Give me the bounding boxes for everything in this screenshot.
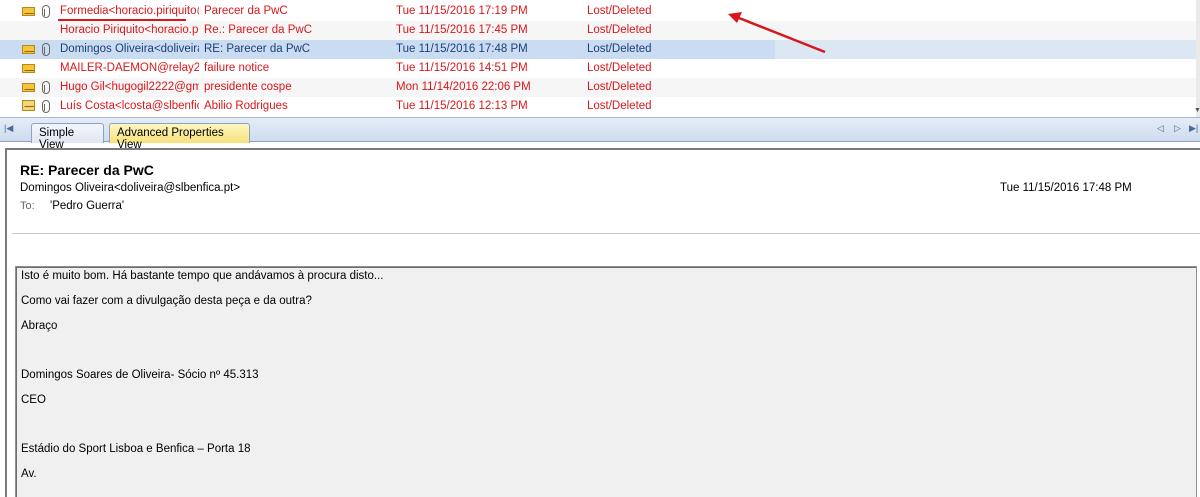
message-row[interactable]: Formedia<horacio.piriquito@... Parecer d… (0, 2, 1196, 21)
message-row[interactable]: Hugo Gil<hugogil2222@gm... presidente co… (0, 78, 1196, 97)
message-date: Tue 11/15/2016 17:48 PM (396, 43, 528, 55)
preview-recipient: 'Pedro Guerra' (50, 200, 125, 212)
body-line: Como vai fazer com a divulgação desta pe… (21, 295, 312, 307)
message-date: Mon 11/14/2016 22:06 PM (396, 81, 531, 93)
message-date: Tue 11/15/2016 14:51 PM (396, 62, 528, 74)
annotation-arrow (728, 12, 826, 54)
body-line: Domingos Soares de Oliveira- Sócio nº 45… (21, 369, 259, 381)
message-subject: RE: Parecer da PwC (204, 43, 311, 55)
message-preview-pane: RE: Parecer da PwC Domingos Oliveira<dol… (5, 148, 1200, 497)
paperclip-icon (42, 5, 50, 18)
message-date: Tue 11/15/2016 17:45 PM (396, 24, 528, 36)
last-page-icon[interactable]: ▶| (1189, 123, 1198, 134)
view-tab-bar: |◀ Simple View Advanced Properties View … (0, 117, 1200, 151)
message-status: Lost/Deleted (587, 100, 652, 112)
open-envelope-icon (22, 100, 35, 111)
message-from: Domingos Oliveira<doliveira... (60, 43, 199, 55)
envelope-icon (22, 83, 35, 92)
vertical-scrollbar[interactable] (1196, 0, 1200, 117)
previous-tab-icon[interactable]: ◁ (1157, 123, 1164, 134)
message-subject: failure notice (204, 62, 270, 74)
message-subject: presidente cospe (204, 81, 292, 93)
body-line: Abraço (21, 320, 58, 332)
message-date: Tue 11/15/2016 12:13 PM (396, 100, 528, 112)
body-line: Estádio do Sport Lisboa e Benfica – Port… (21, 443, 251, 455)
first-page-icon[interactable]: |◀ (4, 123, 13, 134)
message-from: Formedia<horacio.piriquito@... (60, 5, 199, 17)
message-row-selected[interactable]: Domingos Oliveira<doliveira... RE: Parec… (0, 40, 1196, 59)
next-tab-icon[interactable]: ▷ (1174, 123, 1181, 134)
preview-subject: RE: Parecer da PwC (20, 162, 154, 178)
message-status: Lost/Deleted (587, 81, 652, 93)
paperclip-icon (42, 43, 50, 56)
message-from: MAILER-DAEMON@relay2.... (60, 62, 199, 74)
envelope-icon (22, 64, 35, 73)
envelope-icon (22, 7, 35, 16)
message-row[interactable]: Luís Costa<lcosta@slbenfic... Abilio Rod… (0, 97, 1196, 116)
body-line: Av. (21, 468, 37, 480)
body-line: Isto é muito bom. Há bastante tempo que … (21, 270, 384, 282)
message-status: Lost/Deleted (587, 62, 652, 74)
header-divider (12, 233, 1200, 234)
scroll-down-icon[interactable]: ▼ (1194, 107, 1200, 114)
message-subject: Abilio Rodrigues (204, 100, 288, 112)
preview-date: Tue 11/15/2016 17:48 PM (1000, 182, 1132, 194)
message-from: Hugo Gil<hugogil2222@gm... (60, 81, 199, 93)
body-line: CEO (21, 394, 46, 406)
message-row[interactable]: MAILER-DAEMON@relay2.... failure notice … (0, 59, 1196, 78)
message-from: Horacio Piriquito<horacio.piri... (60, 24, 199, 36)
message-subject: Parecer da PwC (204, 5, 288, 17)
preview-sender: Domingos Oliveira<doliveira@slbenfica.pt… (20, 182, 241, 194)
preview-to-label: To: (20, 200, 35, 212)
message-date: Tue 11/15/2016 17:19 PM (396, 5, 528, 17)
envelope-icon (22, 45, 35, 54)
tab-simple-view[interactable]: Simple View (31, 123, 104, 151)
tab-advanced-properties-view[interactable]: Advanced Properties View (109, 123, 250, 151)
message-row[interactable]: Horacio Piriquito<horacio.piri... Re.: P… (0, 21, 1196, 40)
message-list[interactable]: Formedia<horacio.piriquito@... Parecer d… (0, 0, 1200, 117)
paperclip-icon (42, 81, 50, 94)
message-subject: Re.: Parecer da PwC (204, 24, 313, 36)
message-from: Luís Costa<lcosta@slbenfic... (60, 100, 199, 112)
message-body[interactable]: Isto é muito bom. Há bastante tempo que … (15, 266, 1197, 497)
paperclip-icon (42, 100, 50, 113)
